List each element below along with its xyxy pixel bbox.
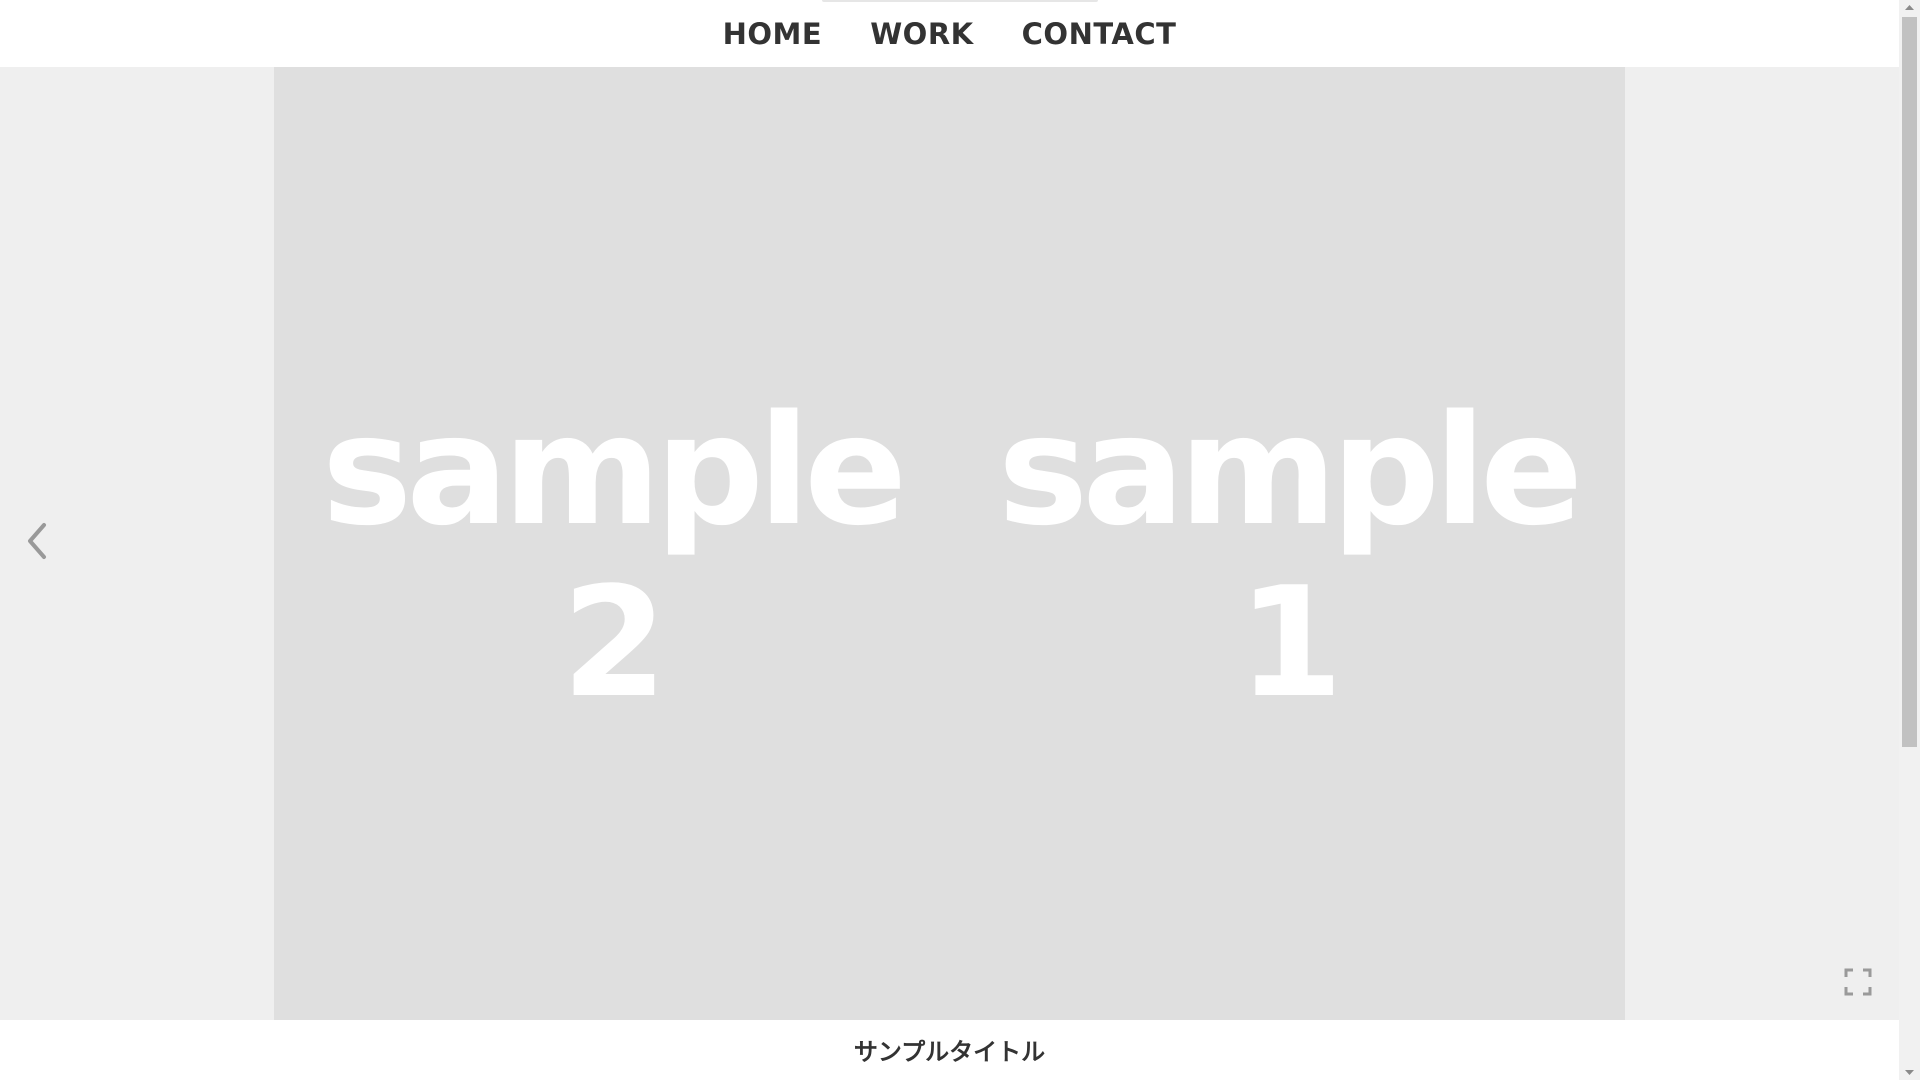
header-shadow — [822, 0, 1098, 2]
page: HOME WORK CONTACT sample 2 sample 1 サンプル… — [0, 0, 1920, 1080]
gallery-slide[interactable]: sample 2 sample 1 — [274, 67, 1625, 1020]
chevron-left-icon — [28, 523, 46, 559]
slide-sample-2-word: sample — [321, 382, 907, 559]
nav-work-link[interactable]: WORK — [870, 17, 973, 51]
scroll-down-icon — [1905, 1070, 1914, 1075]
scrollbar-thumb[interactable] — [1902, 17, 1917, 747]
nav-home-link[interactable]: HOME — [723, 17, 823, 51]
slide-sample-2-number: 2 — [561, 554, 668, 731]
slide-sample-1-word: sample — [997, 382, 1583, 559]
slide-caption: サンプルタイトル — [0, 1020, 1899, 1080]
scroll-down-button[interactable] — [1899, 1063, 1920, 1080]
slide-sample-2-text: sample 2 — [274, 385, 949, 729]
fullscreen-icon — [1844, 968, 1872, 996]
scroll-up-icon — [1905, 5, 1914, 10]
previous-slide-button[interactable] — [24, 519, 52, 563]
slide-sample-1-text: sample 1 — [950, 385, 1625, 729]
slide-sample-1-number: 1 — [1237, 554, 1344, 731]
nav-contact-link[interactable]: CONTACT — [1022, 17, 1177, 51]
scroll-up-button[interactable] — [1899, 0, 1920, 17]
top-navigation: HOME WORK CONTACT — [0, 0, 1899, 67]
vertical-scrollbar[interactable] — [1899, 0, 1920, 1080]
fullscreen-button[interactable] — [1843, 967, 1873, 997]
gallery-stage: sample 2 sample 1 — [0, 67, 1899, 1020]
